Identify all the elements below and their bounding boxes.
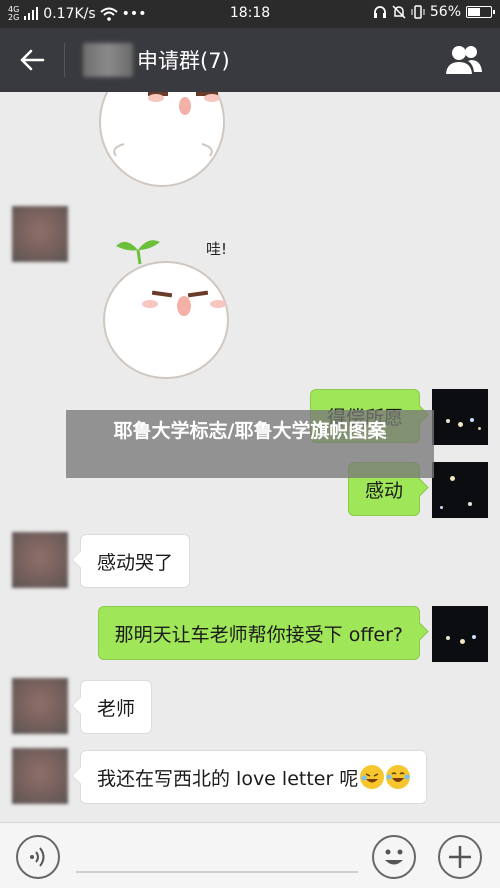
message-text: 那明天让车老师帮你接受下 offer?	[114, 623, 403, 646]
bun-sticker-icon	[99, 92, 225, 187]
input-bar	[0, 822, 500, 888]
message-input[interactable]	[76, 871, 358, 873]
overflow-dots: •••	[121, 6, 147, 22]
contact-avatar[interactable]	[12, 532, 68, 588]
message-bubble-outgoing[interactable]: 那明天让车老师帮你接受下 offer?	[97, 606, 420, 660]
bun-sticker-icon: 哇!	[103, 240, 229, 379]
crying-laughing-emoji-icon	[360, 765, 385, 789]
chat-title: 申请群(7)	[137, 49, 230, 73]
message-text: 我还在写西北的 love letter 呢	[97, 767, 359, 790]
image-caption-overlay: 耶鲁大学标志/耶鲁大学旗帜图案	[66, 410, 434, 478]
overlay-text: 耶鲁大学标志/耶鲁大学旗帜图案	[113, 420, 387, 442]
message-bubble-incoming[interactable]: 我还在写西北的 love letter 呢	[80, 750, 428, 804]
contact-avatar[interactable]	[12, 206, 68, 262]
message-text: 感动哭了	[97, 551, 174, 574]
my-avatar[interactable]	[432, 389, 488, 445]
arrow-left-icon	[20, 49, 45, 71]
tears-of-joy-emoji-icon	[386, 765, 411, 789]
message-text: 感动	[364, 479, 403, 502]
header-divider	[64, 43, 65, 77]
sticker-message[interactable]: 哇!	[96, 210, 246, 380]
group-members-icon	[446, 46, 482, 74]
contact-avatar[interactable]	[12, 678, 68, 734]
more-options-button[interactable]	[438, 835, 482, 879]
signal-icon	[24, 7, 39, 20]
my-avatar[interactable]	[432, 462, 488, 518]
back-button[interactable]	[0, 28, 64, 92]
status-bar: 4G 2G 0.17K/s ••• 18:18 56%	[0, 0, 500, 28]
voice-input-button[interactable]	[16, 835, 60, 879]
blurred-title-prefix	[83, 43, 133, 77]
contact-avatar[interactable]	[12, 748, 68, 804]
wifi-icon	[100, 7, 118, 21]
battery-icon	[466, 6, 495, 18]
sticker-message[interactable]	[96, 92, 236, 192]
message-bubble-incoming[interactable]: 感动哭了	[80, 534, 191, 588]
battery-percent: 56%	[429, 4, 461, 20]
plus-icon	[449, 846, 471, 868]
alarm-off-icon	[392, 5, 406, 19]
network-indicator: 4G 2G	[8, 6, 19, 22]
group-info-button[interactable]	[444, 42, 484, 78]
network-speed: 0.17K/s	[43, 6, 96, 22]
vibrate-icon	[411, 5, 425, 19]
voice-icon	[30, 847, 45, 867]
message-text: 老师	[97, 697, 136, 720]
sticker-caption: 哇!	[206, 240, 227, 258]
network-bottom-label: 2G	[8, 13, 20, 22]
emoji-button[interactable]	[372, 835, 416, 879]
message-bubble-incoming[interactable]: 老师	[80, 680, 153, 734]
smiley-icon	[385, 849, 403, 865]
chat-header: 申请群(7)	[0, 28, 500, 92]
my-avatar[interactable]	[432, 606, 488, 662]
headphones-icon	[373, 6, 386, 18]
